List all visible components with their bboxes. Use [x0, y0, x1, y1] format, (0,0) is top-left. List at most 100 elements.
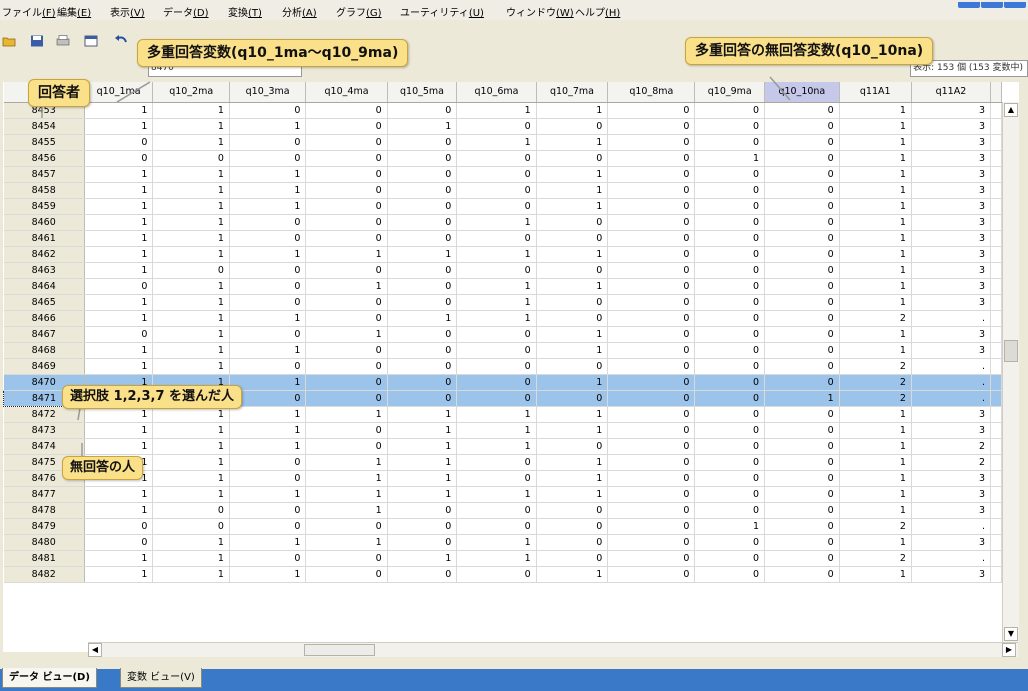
cell[interactable]: 1	[839, 326, 912, 343]
cell[interactable]: 1	[84, 310, 154, 327]
row-header[interactable]: 8465	[3, 294, 85, 311]
cell[interactable]: 0	[305, 118, 388, 135]
cell[interactable]: 0	[694, 102, 766, 119]
cell[interactable]: 1	[152, 454, 230, 471]
cell-empty[interactable]	[990, 326, 1002, 343]
cell[interactable]: 0	[305, 422, 388, 439]
table-row[interactable]: 8475 1 1 0 1 1 0 1 0 0 0 1 2	[3, 454, 1002, 471]
cell[interactable]: 1	[764, 390, 840, 407]
undo-icon[interactable]	[114, 35, 128, 47]
cell[interactable]: 2	[911, 438, 992, 455]
cell[interactable]: 0	[305, 134, 388, 151]
cell[interactable]: 0	[764, 518, 840, 535]
cell[interactable]: 0	[694, 438, 766, 455]
cell[interactable]: 0	[84, 134, 154, 151]
cell-empty[interactable]	[990, 534, 1002, 551]
column-header-q10_1ma[interactable]: q10_1ma	[84, 82, 154, 103]
cell[interactable]: 1	[305, 502, 388, 519]
cell[interactable]: 1	[305, 454, 388, 471]
cell[interactable]: 1	[839, 566, 912, 583]
column-header-q10_7ma[interactable]: q10_7ma	[536, 82, 609, 103]
cell[interactable]: 0	[607, 454, 696, 471]
cell[interactable]: 0	[607, 550, 696, 567]
cell[interactable]: 0	[607, 566, 696, 583]
cell-empty[interactable]	[990, 486, 1002, 503]
cell[interactable]: 0	[456, 230, 537, 247]
cell[interactable]: 0	[305, 438, 388, 455]
cell[interactable]: 1	[839, 406, 912, 423]
cell[interactable]: 0	[607, 534, 696, 551]
cell[interactable]: 1	[536, 374, 609, 391]
cell[interactable]: 0	[387, 342, 458, 359]
cell[interactable]: 0	[456, 342, 537, 359]
row-header[interactable]: 8455	[3, 134, 85, 151]
cell[interactable]: 0	[607, 470, 696, 487]
cell[interactable]: 1	[387, 470, 458, 487]
cell[interactable]: 2	[839, 374, 912, 391]
cell[interactable]: 0	[607, 182, 696, 199]
cell[interactable]: 0	[305, 294, 388, 311]
cell[interactable]: 0	[536, 438, 609, 455]
cell[interactable]: 1	[536, 406, 609, 423]
cell[interactable]: 0	[607, 358, 696, 375]
cell[interactable]: 3	[911, 230, 992, 247]
horizontal-scroll-thumb[interactable]	[304, 644, 375, 656]
cell[interactable]: 1	[536, 182, 609, 199]
cell[interactable]: 1	[84, 342, 154, 359]
cell[interactable]: 1	[152, 422, 230, 439]
cell[interactable]: 0	[229, 278, 307, 295]
scroll-right-icon[interactable]: ▶	[1002, 643, 1016, 657]
cell[interactable]: 1	[84, 358, 154, 375]
cell[interactable]: 0	[764, 550, 840, 567]
cell[interactable]: 3	[911, 118, 992, 135]
cell[interactable]: 3	[911, 566, 992, 583]
cell[interactable]: 0	[764, 454, 840, 471]
cell-empty[interactable]	[990, 454, 1002, 471]
cell-empty[interactable]	[990, 518, 1002, 535]
save-icon[interactable]	[30, 35, 44, 47]
cell[interactable]: 0	[84, 150, 154, 167]
cell[interactable]: 1	[387, 310, 458, 327]
cell[interactable]: 0	[84, 518, 154, 535]
cell[interactable]: 0	[764, 262, 840, 279]
cell[interactable]: 0	[387, 102, 458, 119]
cell[interactable]: 0	[456, 166, 537, 183]
column-header-q10_3ma[interactable]: q10_3ma	[229, 82, 307, 103]
row-header[interactable]: 8458	[3, 182, 85, 199]
column-header-q10_6ma[interactable]: q10_6ma	[456, 82, 537, 103]
cell[interactable]: 0	[607, 438, 696, 455]
cell[interactable]: 1	[839, 150, 912, 167]
cell[interactable]: 1	[456, 534, 537, 551]
table-row[interactable]: 8478 1 0 0 1 0 0 0 0 0 0 1 3	[3, 502, 1002, 519]
table-row[interactable]: 8480 0 1 1 1 0 1 0 0 0 0 1 3	[3, 534, 1002, 551]
cell[interactable]: 0	[305, 342, 388, 359]
cell[interactable]: 1	[536, 470, 609, 487]
cell[interactable]: 0	[536, 150, 609, 167]
cell[interactable]: 0	[387, 358, 458, 375]
cell[interactable]: 0	[229, 102, 307, 119]
cell[interactable]: 0	[607, 294, 696, 311]
table-row[interactable]: 8457 1 1 1 0 0 0 1 0 0 0 1 3	[3, 166, 1002, 183]
cell[interactable]: 0	[152, 262, 230, 279]
row-header[interactable]: 8480	[3, 534, 85, 551]
cell-empty[interactable]	[990, 262, 1002, 279]
cell[interactable]: 0	[694, 278, 766, 295]
cell[interactable]: 0	[387, 326, 458, 343]
cell[interactable]: 0	[764, 198, 840, 215]
cell[interactable]: 0	[694, 294, 766, 311]
cell[interactable]: 1	[152, 550, 230, 567]
cell[interactable]: 1	[387, 422, 458, 439]
cell[interactable]: 0	[764, 134, 840, 151]
cell[interactable]: 2	[911, 454, 992, 471]
cell[interactable]: 0	[607, 374, 696, 391]
cell[interactable]: 2	[839, 390, 912, 407]
cell[interactable]: 1	[229, 166, 307, 183]
cell[interactable]: 0	[536, 294, 609, 311]
cell[interactable]: 1	[387, 438, 458, 455]
cell[interactable]: 3	[911, 342, 992, 359]
cell[interactable]: 0	[456, 358, 537, 375]
cell[interactable]: 3	[911, 198, 992, 215]
cell[interactable]: 0	[152, 150, 230, 167]
cell[interactable]: 1	[456, 294, 537, 311]
cell[interactable]: 1	[84, 502, 154, 519]
